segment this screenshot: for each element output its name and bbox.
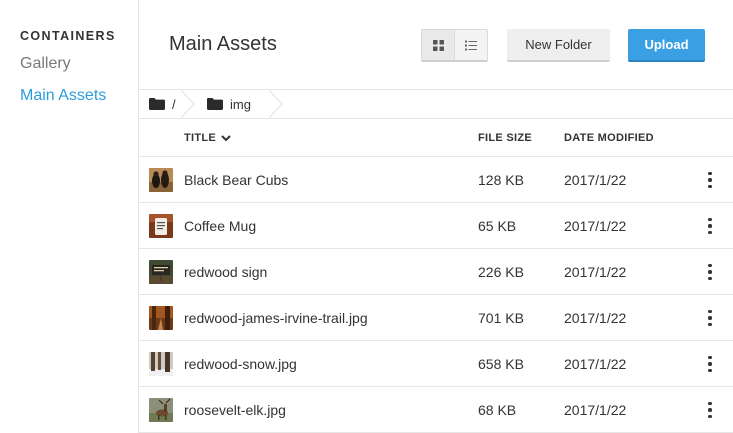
breadcrumb: / img bbox=[139, 89, 733, 119]
asset-manager: CONTAINERS Gallery Main Assets Main Asse… bbox=[0, 0, 733, 433]
file-date: 2017/1/22 bbox=[564, 356, 627, 372]
file-list: Black Bear Cubs 128 KB 2017/1/22 Coffee … bbox=[139, 157, 733, 433]
file-date: 2017/1/22 bbox=[564, 402, 627, 418]
file-title: Coffee Mug bbox=[184, 218, 257, 234]
sidebar-item-main-assets[interactable]: Main Assets bbox=[20, 86, 138, 118]
file-date: 2017/1/22 bbox=[564, 218, 627, 234]
sidebar-item-gallery[interactable]: Gallery bbox=[20, 54, 138, 86]
breadcrumb-separator bbox=[269, 90, 283, 118]
file-size: 701 KB bbox=[478, 310, 524, 326]
more-options-icon[interactable] bbox=[702, 262, 718, 282]
breadcrumb-item-root[interactable]: / bbox=[139, 90, 195, 118]
column-header-title[interactable]: TITLE bbox=[184, 132, 231, 144]
table-row[interactable]: redwood-james-irvine-trail.jpg 701 KB 20… bbox=[139, 295, 733, 341]
table-row[interactable]: redwood-snow.jpg 658 KB 2017/1/22 bbox=[139, 341, 733, 387]
more-options-icon[interactable] bbox=[702, 400, 718, 420]
folder-icon bbox=[149, 98, 165, 110]
folder-icon bbox=[207, 98, 223, 110]
thumbnail-image bbox=[149, 398, 173, 422]
table-row[interactable]: redwood sign 226 KB 2017/1/22 bbox=[139, 249, 733, 295]
column-title-label: TITLE bbox=[184, 132, 217, 144]
file-size: 658 KB bbox=[478, 356, 524, 372]
table-header: TITLE FILE SIZE DATE MODIFIED bbox=[139, 119, 733, 157]
file-title: redwood-snow.jpg bbox=[184, 356, 297, 372]
file-size: 68 KB bbox=[478, 402, 517, 418]
file-title: roosevelt-elk.jpg bbox=[184, 402, 286, 418]
file-size: 65 KB bbox=[478, 218, 517, 234]
upload-button[interactable]: Upload bbox=[628, 29, 705, 62]
breadcrumb-label: / bbox=[172, 96, 176, 112]
view-toggle bbox=[421, 29, 488, 62]
more-options-icon[interactable] bbox=[702, 170, 718, 190]
more-options-icon[interactable] bbox=[702, 354, 718, 374]
thumbnail-image bbox=[149, 352, 173, 376]
grid-icon bbox=[432, 39, 444, 51]
column-header-size[interactable]: FILE SIZE bbox=[478, 132, 532, 144]
table-row[interactable]: Black Bear Cubs 128 KB 2017/1/22 bbox=[139, 157, 733, 203]
grid-view-button[interactable] bbox=[422, 30, 455, 60]
main-panel: Main Assets New Folder Upload / img TITL… bbox=[139, 0, 733, 433]
table-row[interactable]: roosevelt-elk.jpg 68 KB 2017/1/22 bbox=[139, 387, 733, 433]
file-size: 226 KB bbox=[478, 264, 524, 280]
file-date: 2017/1/22 bbox=[564, 172, 627, 188]
list-view-button[interactable] bbox=[455, 30, 487, 60]
thumbnail-image bbox=[149, 168, 173, 192]
more-options-icon[interactable] bbox=[702, 308, 718, 328]
file-date: 2017/1/22 bbox=[564, 264, 627, 280]
thumbnail-image bbox=[149, 214, 173, 238]
thumbnail-image bbox=[149, 306, 173, 330]
table-row[interactable]: Coffee Mug 65 KB 2017/1/22 bbox=[139, 203, 733, 249]
breadcrumb-label: img bbox=[230, 96, 251, 112]
chevron-down-icon bbox=[221, 134, 231, 141]
more-options-icon[interactable] bbox=[702, 216, 718, 236]
file-title: Black Bear Cubs bbox=[184, 172, 289, 188]
page-title: Main Assets bbox=[169, 33, 277, 55]
new-folder-button[interactable]: New Folder bbox=[507, 29, 610, 62]
file-title: redwood-james-irvine-trail.jpg bbox=[184, 310, 368, 326]
column-header-date[interactable]: DATE MODIFIED bbox=[564, 132, 654, 144]
file-title: redwood sign bbox=[184, 264, 268, 280]
file-size: 128 KB bbox=[478, 172, 524, 188]
breadcrumb-item-img[interactable]: img bbox=[181, 90, 283, 118]
list-icon bbox=[465, 40, 477, 50]
file-date: 2017/1/22 bbox=[564, 310, 627, 326]
sidebar-heading: CONTAINERS bbox=[20, 29, 116, 43]
sidebar: CONTAINERS Gallery Main Assets bbox=[0, 0, 139, 433]
header: Main Assets New Folder Upload bbox=[139, 0, 733, 89]
thumbnail-image bbox=[149, 260, 173, 284]
